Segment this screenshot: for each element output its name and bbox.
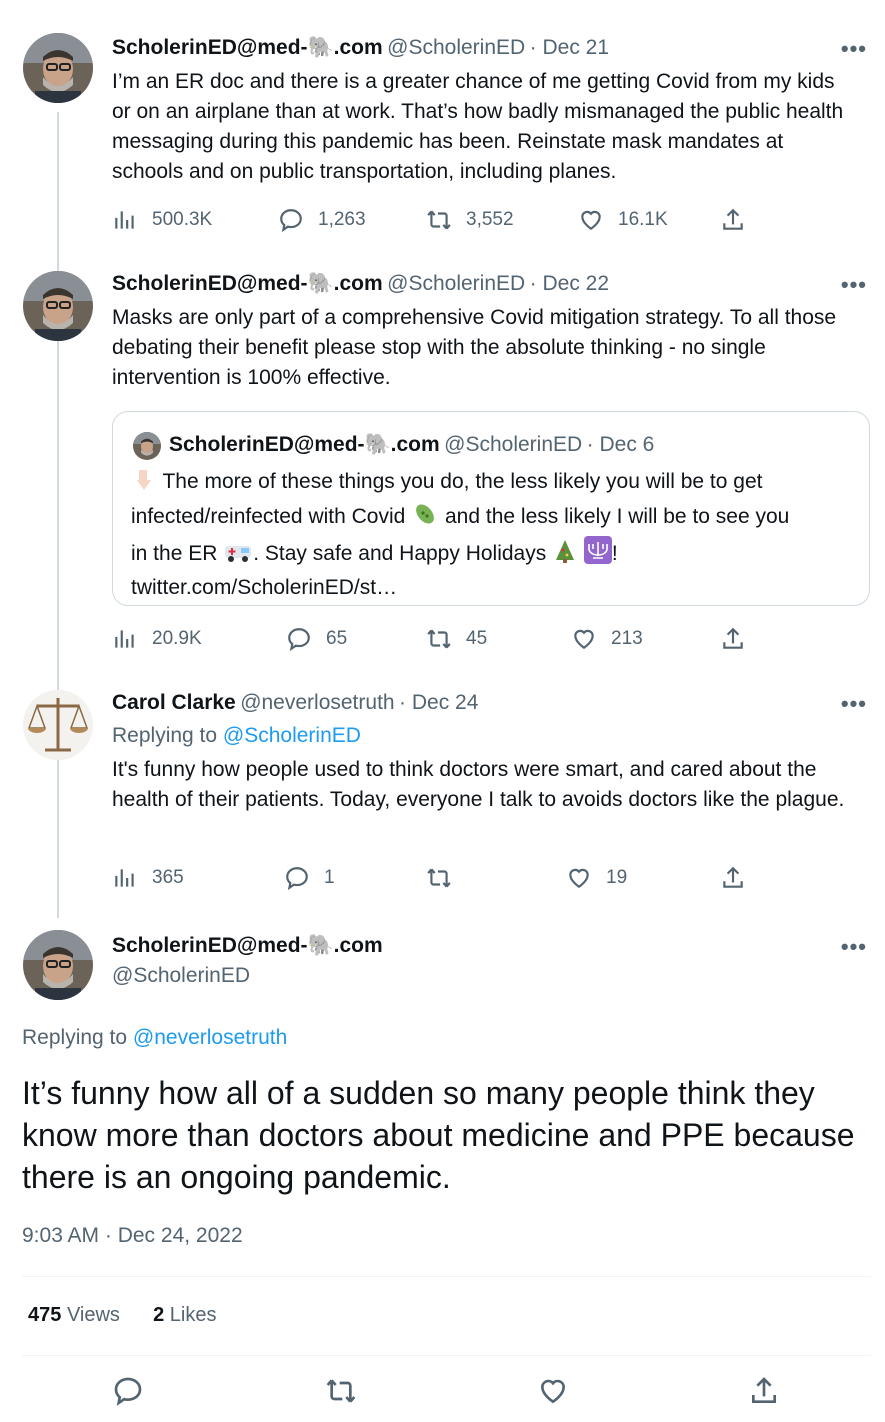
thread-line [57,112,59,918]
quoted-author-handle: @ScholerinED [444,433,583,456]
author-name[interactable]: Carol Clarke [112,691,236,714]
avatar[interactable] [23,930,93,1000]
like-icon [574,629,594,649]
reply-count: 1 [324,867,335,888]
author-handle[interactable]: @neverlosetruth [240,691,394,714]
like-icon [581,210,601,230]
like-count: 19 [606,867,628,888]
quoted-tweet[interactable]: ScholerinED@med-🐘.com @ScholerinED · Dec… [112,411,870,606]
views-icon [115,630,134,648]
views-icon [115,211,134,229]
retweet-icon [427,868,451,888]
like-button[interactable]: 213 [571,623,643,655]
menorah-icon [583,536,612,573]
tweet-text: Masks are only part of a comprehensive C… [112,306,837,389]
views-count: 20.9K [152,628,202,649]
like-count: 16.1K [618,209,668,230]
more-icon[interactable]: ••• [841,691,867,717]
share-icon [723,208,743,230]
avatar[interactable] [23,271,93,341]
avatar[interactable] [23,33,93,103]
replying-to: Replying to @neverlosetruth [22,1026,288,1049]
quoted-author-name: ScholerinED@med-🐘.com [169,433,440,456]
like-icon[interactable] [537,1375,569,1407]
pointing-down-icon [131,468,157,501]
quoted-link[interactable]: twitter.com/ScholerinED/st… [131,573,861,603]
reply-icon [280,209,302,233]
more-icon[interactable]: ••• [841,36,867,62]
tweet-actions: 500.3K 1,263 3,552 16.1K [112,204,762,236]
retweet-icon[interactable] [325,1375,357,1407]
reply-icon[interactable] [112,1375,144,1407]
reply-count: 65 [326,628,348,649]
share-icon [723,627,743,649]
views-count: 500.3K [152,209,213,230]
tweet-date[interactable]: · Dec 22 [530,272,609,295]
author-handle[interactable]: @ScholerinED [112,964,250,988]
views-count: 475 [28,1304,62,1326]
author-name[interactable]: ScholerinED@med-🐘.com [112,934,383,958]
views-button[interactable]: 500.3K [112,204,212,236]
reply-button[interactable]: 1,263 [278,204,366,236]
microbe-icon [411,501,439,536]
tweet-actions: 365 1 19 [112,862,762,894]
likes-label[interactable]: Likes [170,1304,217,1326]
reply-button[interactable]: 1 [284,862,335,894]
share-icon [723,866,743,888]
reply-count: 1,263 [318,209,366,230]
like-button[interactable]: 16.1K [578,204,668,236]
likes-count[interactable]: 2 [153,1304,164,1326]
reply-icon [286,867,308,891]
tweet-text: I’m an ER doc and there is a greater cha… [112,70,844,183]
avatar[interactable] [23,690,93,760]
tweet-timestamp[interactable]: 9:03 AM · Dec 24, 2022 [22,1224,243,1248]
retweet-button[interactable]: 3,552 [426,204,514,236]
divider [22,1355,871,1356]
quoted-avatar [133,432,161,460]
retweet-button[interactable]: 45 [426,623,487,655]
views-icon [115,869,134,887]
quoted-date: · Dec 6 [586,433,655,456]
tweet-stats: 475 Views 2 Likes [28,1304,216,1327]
share-button[interactable] [720,862,760,894]
like-count: 213 [611,628,643,649]
retweet-icon [427,210,451,230]
more-icon[interactable]: ••• [841,272,867,298]
main-tweet-text: It’s funny how all of a sudden so many p… [22,1075,855,1195]
ambulance-icon [223,540,253,573]
author-handle[interactable]: @ScholerinED [387,36,525,59]
quoted-text: The more of these things you do, the les… [131,467,861,603]
tweet-actions: 20.9K 65 45 213 [112,623,762,655]
author-name[interactable]: ScholerinED@med-🐘.com [112,36,383,59]
views-label: Views [66,1304,120,1326]
like-icon [569,868,589,888]
reply-icon [288,628,310,652]
retweet-count: 3,552 [466,209,514,230]
replying-to-link[interactable]: @neverlosetruth [133,1026,287,1049]
divider [22,1276,871,1277]
replying-to-link[interactable]: @ScholerinED [223,724,361,747]
replying-to: Replying to @ScholerinED [112,724,361,747]
reply-button[interactable]: 65 [286,623,347,655]
retweet-count: 45 [466,628,488,649]
author-name[interactable]: ScholerinED@med-🐘.com [112,272,383,295]
share-button[interactable] [720,623,760,655]
retweet-button[interactable] [426,862,466,894]
views-button[interactable]: 365 [112,862,184,894]
christmas-tree-icon [552,538,578,573]
author-handle[interactable]: @ScholerinED [387,272,525,295]
tweet-text: It's funny how people used to think doct… [112,758,845,811]
share-icon[interactable] [748,1375,780,1407]
views-button[interactable]: 20.9K [112,623,202,655]
more-icon[interactable]: ••• [841,934,867,960]
tweet-date[interactable]: · Dec 21 [530,36,609,59]
tweet-date[interactable]: · Dec 24 [399,691,478,714]
like-button[interactable]: 19 [566,862,627,894]
scales-icon [23,690,93,760]
share-button[interactable] [720,204,760,236]
views-count: 365 [152,867,184,888]
retweet-icon [427,629,451,649]
